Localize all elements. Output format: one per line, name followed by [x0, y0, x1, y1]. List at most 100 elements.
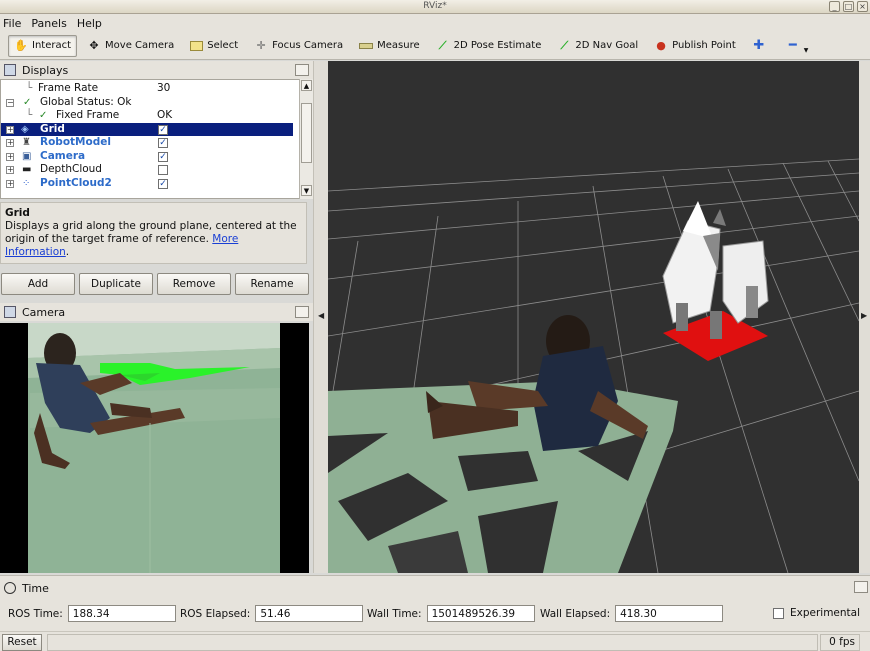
displays-scrollbar[interactable]: ▲ ▼	[299, 79, 313, 199]
point-cloud-icon: ⁘	[22, 177, 31, 189]
add-button[interactable]: Add	[1, 273, 75, 295]
wall-time-field[interactable]: 1501489526.39	[426, 605, 535, 622]
scroll-thumb[interactable]	[301, 103, 312, 163]
tree-row-fixed-frame[interactable]: └ ✓ Fixed Frame OK	[1, 109, 293, 123]
right-dock-splitter[interactable]: ▶	[859, 61, 870, 573]
nav-goal-label: 2D Nav Goal	[575, 40, 639, 51]
camera-panel-title: Camera	[22, 305, 66, 319]
undock-button[interactable]	[854, 581, 868, 593]
select-tool-button[interactable]: Select	[184, 35, 244, 57]
tree-row-depthcloud[interactable]: + ▬ DepthCloud	[1, 163, 293, 177]
ros-time-field[interactable]: 188.34	[67, 605, 176, 622]
displays-button-row: Add Duplicate Remove Rename	[0, 273, 313, 297]
enable-checkbox[interactable]	[158, 165, 168, 175]
collapse-left-icon[interactable]: ◀	[318, 311, 324, 320]
maximize-icon[interactable]: □	[843, 1, 854, 12]
status-bar: Reset 0 fps	[0, 631, 870, 651]
remove-button[interactable]: Remove	[157, 273, 231, 295]
description-title: Grid	[5, 207, 30, 219]
wall-elapsed-label: Wall Elapsed:	[540, 607, 611, 620]
close-icon[interactable]: ×	[857, 1, 868, 12]
row-label: PointCloud2	[40, 176, 112, 189]
undock-button[interactable]	[295, 64, 309, 76]
expand-icon[interactable]: +	[6, 166, 14, 174]
displays-title: Displays	[22, 63, 69, 77]
wall-elapsed-field[interactable]: 418.30	[615, 605, 724, 622]
camera-icon: ▣	[22, 150, 32, 162]
tool-bar: ✋ Interact ✥ Move Camera Select ✛ Focus …	[0, 32, 870, 60]
nav-goal-tool-button[interactable]: ⟋ 2D Nav Goal	[551, 35, 644, 57]
focus-camera-tool-button[interactable]: ✛ Focus Camera	[248, 35, 349, 57]
ros-elapsed-group: ROS Elapsed: 51.46	[180, 605, 364, 622]
render-3d-view[interactable]	[328, 61, 859, 573]
expand-icon[interactable]: +	[6, 139, 14, 147]
duplicate-button[interactable]: Duplicate	[79, 273, 153, 295]
map-pin-icon: ●	[656, 38, 666, 52]
rename-button[interactable]: Rename	[235, 273, 309, 295]
add-tool-button[interactable]: ✚	[746, 35, 776, 57]
minus-icon: ━	[788, 37, 797, 53]
check-icon: ✓	[39, 110, 48, 121]
pose-estimate-label: 2D Pose Estimate	[453, 40, 542, 51]
enable-checkbox[interactable]: ✓	[158, 178, 168, 189]
depth-camera-icon: ▬	[22, 164, 32, 175]
expand-icon[interactable]: +	[6, 179, 14, 188]
expand-icon[interactable]: +	[6, 152, 14, 161]
move-camera-tool-button[interactable]: ✥ Move Camera	[81, 35, 180, 57]
green-arrow-icon: ⟋	[560, 38, 569, 52]
experimental-label: Experimental	[790, 607, 861, 619]
tree-row-pointcloud2[interactable]: + ⁘ PointCloud2 ✓	[1, 177, 293, 191]
row-label: Camera	[40, 149, 86, 162]
collapse-right-icon[interactable]: ▶	[861, 311, 867, 320]
plus-icon: ✚	[753, 37, 765, 53]
left-dock: Displays └ Frame Rate 30 − ✓ Global Stat…	[0, 61, 313, 573]
dock-splitter[interactable]: ◀	[313, 61, 328, 573]
measure-tool-button[interactable]: Measure	[353, 35, 426, 57]
menu-file[interactable]: File	[3, 17, 21, 30]
expand-icon[interactable]: +	[6, 125, 14, 134]
displays-panel-header: Displays	[0, 61, 313, 79]
tree-row-frame-rate[interactable]: └ Frame Rate 30	[1, 82, 293, 96]
interact-tool-button[interactable]: ✋ Interact	[8, 34, 78, 57]
property-description: Grid Displays a grid along the ground pl…	[0, 202, 307, 264]
fps-readout: 0 fps	[820, 634, 860, 651]
tree-row-grid[interactable]: + ◈ Grid ✓	[1, 122, 293, 136]
experimental-checkbox[interactable]	[773, 607, 784, 619]
collapse-icon[interactable]: −	[6, 98, 14, 107]
time-panel-title: Time	[22, 581, 49, 595]
enable-checkbox[interactable]: ✓	[158, 151, 168, 162]
wall-elapsed-group: Wall Elapsed: 418.30	[540, 605, 724, 622]
scroll-down-icon[interactable]: ▼	[301, 185, 312, 196]
camera-image-view[interactable]	[0, 323, 309, 573]
row-label: Grid	[40, 122, 65, 135]
tree-row-robotmodel[interactable]: + ♜ RobotModel ✓	[1, 136, 293, 150]
publish-point-tool-button[interactable]: ● Publish Point	[648, 35, 742, 57]
menu-panels[interactable]: Panels	[31, 17, 66, 30]
wall-time-label: Wall Time:	[367, 607, 422, 620]
tree-row-camera[interactable]: + ▣ Camera ✓	[1, 150, 293, 164]
row-value[interactable]: 30	[157, 82, 170, 96]
scroll-up-icon[interactable]: ▲	[301, 80, 312, 91]
ros-time-group: ROS Time: 188.34	[8, 605, 176, 622]
row-label: Fixed Frame	[56, 109, 120, 121]
enable-checkbox[interactable]: ✓	[158, 124, 168, 135]
ros-elapsed-field[interactable]: 51.46	[255, 605, 364, 622]
displays-tree: └ Frame Rate 30 − ✓ Global Status: Ok └ …	[0, 79, 307, 199]
menu-help[interactable]: Help	[77, 17, 102, 30]
time-panel-header: Time	[0, 580, 49, 596]
remove-tool-button[interactable]: ━ ▼	[780, 35, 815, 57]
move-arrows-icon: ✥	[89, 38, 99, 52]
row-label: DepthCloud	[40, 163, 102, 175]
status-message-area	[47, 634, 818, 651]
minimize-icon[interactable]: _	[829, 1, 840, 12]
row-label: RobotModel	[40, 136, 111, 148]
undock-button[interactable]	[295, 306, 309, 318]
reset-button[interactable]: Reset	[2, 634, 42, 651]
ros-time-label: ROS Time:	[8, 607, 63, 620]
tree-row-global-status[interactable]: − ✓ Global Status: Ok	[1, 96, 293, 110]
pose-estimate-tool-button[interactable]: ⟋ 2D Pose Estimate	[430, 35, 548, 57]
camera-panel-header: Camera	[0, 303, 313, 321]
experimental-toggle[interactable]: Experimental	[773, 607, 860, 619]
description-text: Displays a grid along the ground plane, …	[5, 220, 297, 245]
enable-checkbox[interactable]: ✓	[158, 138, 168, 148]
